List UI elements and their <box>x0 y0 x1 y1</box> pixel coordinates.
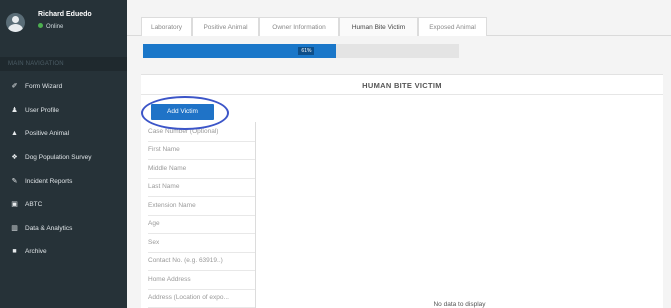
user-name: Richard Eduedo <box>38 11 92 18</box>
archive-icon: ■ <box>12 248 17 255</box>
progress-bar: 61% <box>143 44 459 58</box>
panel-title: HUMAN BITE VICTIM <box>362 81 442 90</box>
sidebar-item-data-analytics[interactable]: ▥ Data & Analytics <box>0 219 127 239</box>
tab-laboratory[interactable]: Laboratory <box>141 17 192 36</box>
sidebar-item-archive[interactable]: ■ Archive <box>0 242 127 262</box>
sidebar-item-label: Form Wizard <box>25 83 63 90</box>
nav-header: MAIN NAVIGATION <box>0 57 127 71</box>
empty-table-message: No data to display <box>433 301 486 308</box>
progress-label: 61% <box>298 47 315 55</box>
sidebar-item-abtc[interactable]: ▣ ABTC <box>0 195 127 215</box>
sidebar: Richard Eduedo Online MAIN NAVIGATION ✐ F… <box>0 0 127 308</box>
sidebar-item-user-profile[interactable]: ♟ User Profile <box>0 101 127 121</box>
user-status: Online <box>38 23 63 30</box>
divider <box>141 94 663 95</box>
sidebar-item-positive-animal[interactable]: ▲ Positive Animal <box>0 124 127 144</box>
sidebar-item-label: ABTC <box>25 201 43 208</box>
status-label: Online <box>46 24 64 30</box>
wand-icon: ✐ <box>11 83 18 90</box>
field-home-address: Home Address <box>148 270 255 290</box>
sidebar-item-label: Incident Reports <box>25 178 73 185</box>
field-contact-no: Contact No. (e.g. 63919..) <box>148 251 255 271</box>
field-list: Case Number (Optional) First Name Middle… <box>141 122 256 308</box>
user-profile-panel: Richard Eduedo Online <box>0 0 127 44</box>
tab-exposed-animal[interactable]: Exposed Animal <box>418 17 487 36</box>
sidebar-item-label: Dog Population Survey <box>25 154 92 161</box>
sidebar-item-label: User Profile <box>25 107 59 114</box>
field-first-name: First Name <box>148 140 255 160</box>
tab-positive-animal[interactable]: Positive Animal <box>192 17 259 36</box>
sidebar-item-label: Positive Animal <box>25 130 70 137</box>
tab-human-bite-victim[interactable]: Human Bite Victim <box>339 17 418 36</box>
tab-bar: Laboratory Positive Animal Owner Informa… <box>127 8 671 36</box>
field-last-name: Last Name <box>148 177 255 197</box>
main-content: Laboratory Positive Animal Owner Informa… <box>127 0 671 308</box>
hospital-icon: ▣ <box>11 201 18 208</box>
edit-icon: ✎ <box>11 178 18 185</box>
sidebar-item-form-wizard[interactable]: ✐ Form Wizard <box>0 77 127 97</box>
sidebar-item-label: Data & Analytics <box>25 225 73 232</box>
online-dot-icon <box>38 23 43 28</box>
field-extension-name: Extension Name <box>148 196 255 216</box>
avatar <box>6 13 25 32</box>
human-bite-victim-panel: HUMAN BITE VICTIM Case Number (Optional)… <box>141 74 663 308</box>
field-sex: Sex <box>148 233 255 253</box>
user-icon: ♟ <box>11 107 18 114</box>
field-exposure-address: Address (Location of expo... <box>148 288 255 308</box>
field-middle-name: Middle Name <box>148 159 255 179</box>
highlight-circle <box>141 96 229 130</box>
paw-icon: ❖ <box>11 154 18 161</box>
warning-icon: ▲ <box>11 130 18 137</box>
sidebar-item-label: Archive <box>25 248 47 255</box>
field-age: Age <box>148 214 255 234</box>
bar-chart-icon: ▥ <box>11 225 18 232</box>
tab-owner-information[interactable]: Owner Information <box>259 17 339 36</box>
sidebar-item-dog-population-survey[interactable]: ❖ Dog Population Survey <box>0 148 127 168</box>
sidebar-item-incident-reports[interactable]: ✎ Incident Reports <box>0 172 127 192</box>
